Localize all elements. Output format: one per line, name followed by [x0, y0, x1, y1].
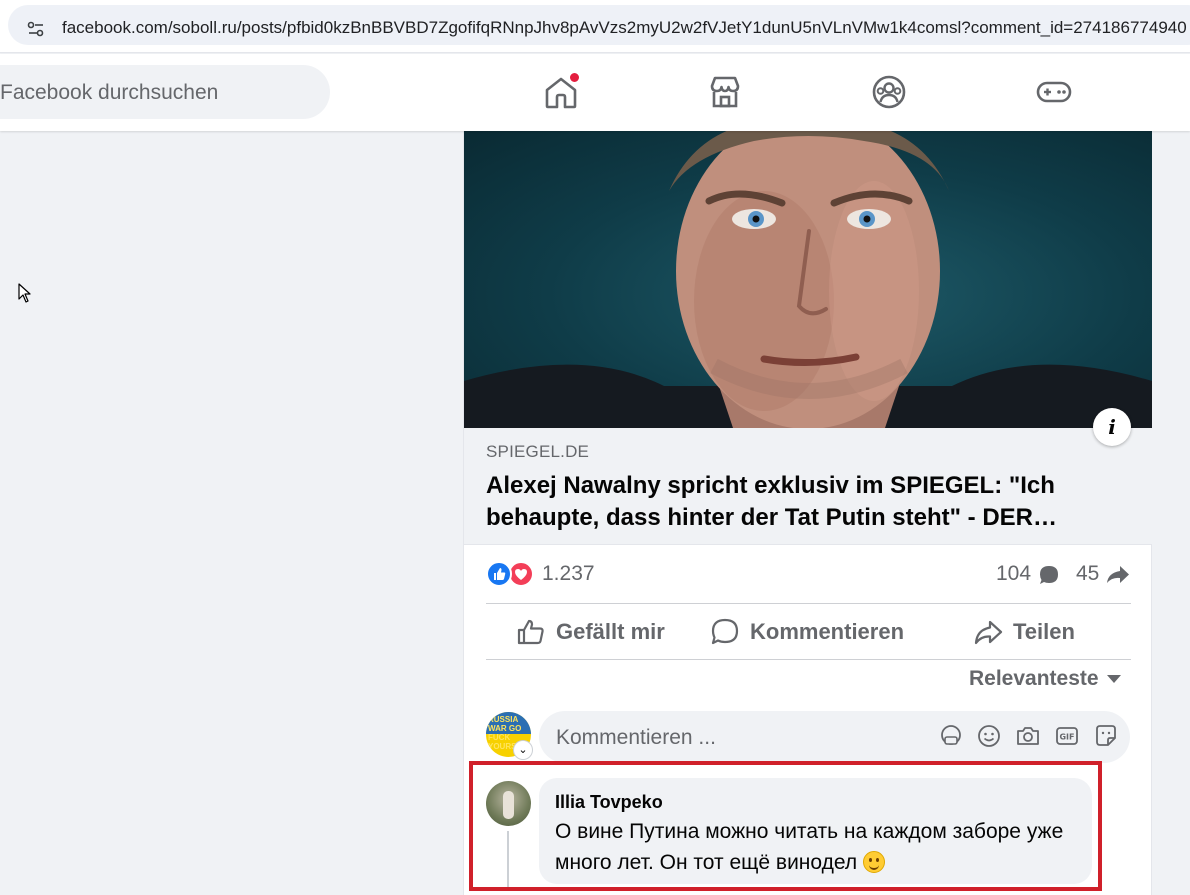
share-count[interactable]: 45	[1076, 562, 1099, 586]
url-field[interactable]: facebook.com/soboll.ru/posts/pfbid0kzBnB…	[8, 5, 1190, 45]
share-button[interactable]: Teilen	[973, 616, 1075, 648]
notification-dot	[569, 72, 580, 83]
sticker-icon[interactable]	[1093, 723, 1119, 749]
post-stats: 1.237 104 45	[486, 559, 1131, 589]
link-preview-image[interactable]	[464, 131, 1152, 428]
browser-address-bar: facebook.com/soboll.ru/posts/pfbid0kzBnB…	[0, 0, 1190, 53]
divider	[486, 659, 1131, 660]
site-settings-icon[interactable]	[26, 19, 46, 39]
gif-icon[interactable]: GIF	[1054, 723, 1080, 749]
comment-sort-dropdown[interactable]: Relevanteste	[969, 667, 1121, 691]
sort-label: Relevanteste	[969, 667, 1099, 690]
url-text: facebook.com/soboll.ru/posts/pfbid0kzBnB…	[62, 18, 1187, 37]
share-icon	[974, 620, 1003, 645]
like-reaction-icon[interactable]	[486, 561, 512, 587]
info-button[interactable]: i	[1093, 408, 1131, 446]
comment-input[interactable]: Kommentieren ... GIF	[539, 711, 1130, 763]
search-placeholder: Facebook durchsuchen	[0, 81, 219, 104]
comment-icon	[711, 618, 739, 645]
comment-button[interactable]: Kommentieren	[710, 616, 904, 648]
mouse-cursor-icon	[18, 283, 31, 303]
reaction-count[interactable]: 1.237	[542, 562, 595, 586]
groups-icon[interactable]	[869, 72, 909, 112]
share-label: Teilen	[1013, 619, 1075, 644]
highlight-annotation-box	[469, 761, 1102, 891]
share-arrow-icon	[1107, 566, 1129, 583]
home-icon[interactable]	[541, 72, 581, 112]
camera-icon[interactable]	[1015, 723, 1041, 749]
comment-bubble-icon	[1040, 566, 1058, 584]
gaming-icon[interactable]	[1034, 72, 1074, 112]
portrait-photo	[464, 131, 1152, 428]
link-preview[interactable]: SPIEGEL.DE Alexej Nawalny spricht exklus…	[464, 428, 1152, 545]
comment-count[interactable]: 104	[996, 562, 1031, 586]
thumbs-up-icon	[517, 619, 544, 645]
link-domain: SPIEGEL.DE	[486, 442, 590, 461]
post-actions: Gefällt mir Kommentieren Teilen	[486, 604, 1131, 659]
like-button[interactable]: Gefällt mir	[516, 616, 665, 648]
comment-placeholder: Kommentieren ...	[556, 726, 716, 749]
comment-label: Kommentieren	[750, 619, 905, 644]
facebook-top-bar: Facebook durchsuchen	[0, 54, 1190, 131]
marketplace-icon[interactable]	[705, 72, 745, 112]
search-input[interactable]: Facebook durchsuchen	[0, 65, 330, 119]
chevron-down-icon[interactable]: ⌄	[514, 741, 532, 759]
emoji-icon[interactable]	[976, 723, 1002, 749]
avatar-sticker-icon[interactable]	[938, 723, 964, 749]
link-headline[interactable]: Alexej Nawalny spricht exklusiv im SPIEG…	[486, 470, 1116, 534]
svg-text:GIF: GIF	[1059, 733, 1074, 742]
caret-down-icon	[1106, 675, 1121, 684]
like-label: Gefällt mir	[556, 619, 665, 644]
